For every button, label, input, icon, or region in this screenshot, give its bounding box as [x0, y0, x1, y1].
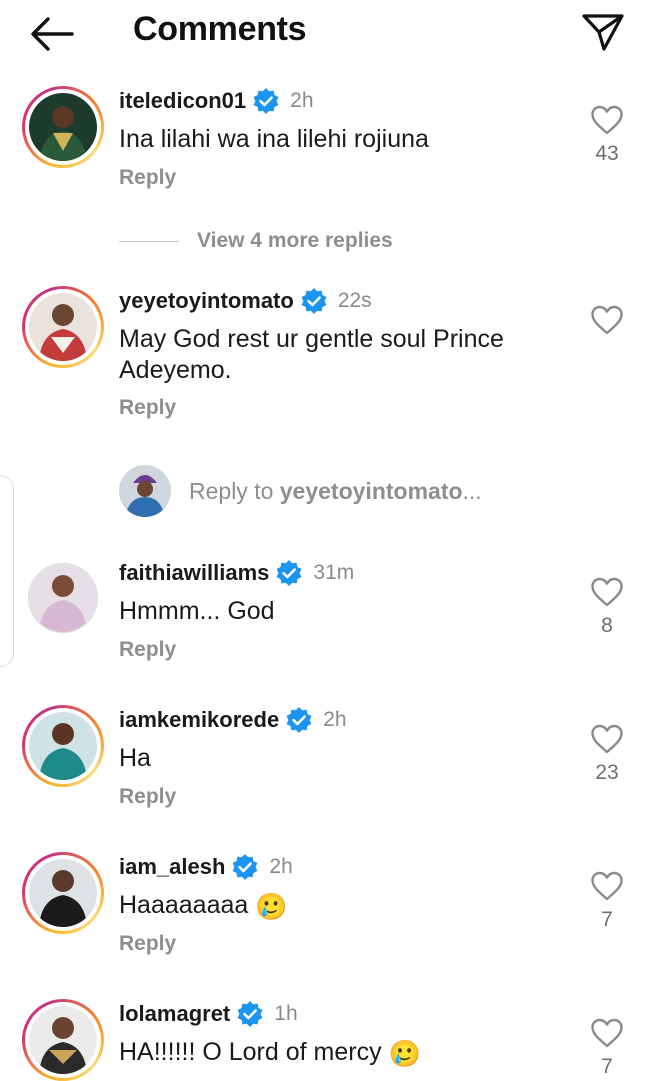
avatar[interactable]: [22, 286, 104, 368]
reply-button[interactable]: Reply: [119, 396, 176, 420]
paper-plane-icon: [582, 14, 624, 51]
comment-time: 22s: [337, 289, 372, 312]
view-more-replies-label: View 4 more replies: [197, 229, 393, 252]
sad-face-emoji-icon: 🥲: [255, 891, 288, 922]
heart-icon[interactable]: [590, 576, 624, 608]
heart-icon[interactable]: [590, 870, 624, 902]
like-count: 23: [595, 761, 619, 784]
comment-text: Ina lilahi wa ina lilehi rojiuna: [119, 125, 429, 153]
heart-icon[interactable]: [590, 304, 624, 336]
comment-username[interactable]: iteledicon01: [119, 88, 246, 114]
comment-text: HA!!!!!! O Lord of mercy 🥲: [119, 1038, 421, 1069]
comment-time: 2h: [323, 708, 347, 731]
comment-text: May God rest ur gentle soul Prince Adeye…: [119, 325, 504, 384]
heart-icon[interactable]: [590, 1017, 624, 1049]
arrow-left-icon: [31, 17, 74, 51]
like-count: 7: [601, 908, 613, 931]
comment-username[interactable]: yeyetoyintomato: [119, 288, 294, 314]
view-more-replies-button[interactable]: View 4 more replies: [119, 228, 393, 254]
sad-face-emoji-icon: 🥲: [388, 1038, 421, 1069]
reply-input[interactable]: Reply to yeyetoyintomato...: [119, 465, 482, 517]
comment-text: Haaaaaaaa 🥲: [119, 891, 288, 922]
back-button[interactable]: [28, 14, 76, 54]
avatar[interactable]: [22, 852, 104, 934]
comment-time: 31m: [313, 561, 355, 584]
like-count: 43: [595, 142, 619, 165]
verified-badge-icon: [301, 288, 327, 314]
page-title: Comments: [133, 10, 307, 48]
avatar[interactable]: [29, 564, 97, 632]
comment-time: 2h: [290, 89, 314, 112]
reply-button[interactable]: Reply: [119, 932, 176, 956]
comment-username[interactable]: lolamagret: [119, 1001, 230, 1027]
verified-badge-icon: [253, 88, 279, 114]
side-edge-handle: [0, 475, 14, 667]
comment-text: Ha: [119, 744, 151, 772]
heart-icon[interactable]: [590, 104, 624, 136]
comment-time: 2h: [269, 855, 293, 878]
reply-placeholder: Reply to yeyetoyintomato...: [189, 477, 482, 504]
comment-username[interactable]: faithiawilliams: [119, 560, 269, 586]
comment-username[interactable]: iamkemikorede: [119, 707, 279, 733]
verified-badge-icon: [276, 560, 302, 586]
reply-button[interactable]: Reply: [119, 638, 176, 662]
current-user-avatar: [119, 465, 171, 517]
share-button[interactable]: [580, 12, 626, 52]
reply-button[interactable]: Reply: [119, 785, 176, 809]
heart-icon[interactable]: [590, 723, 624, 755]
verified-badge-icon: [237, 1001, 263, 1027]
divider: [119, 240, 179, 242]
like-count: 7: [601, 1055, 613, 1078]
verified-badge-icon: [233, 854, 258, 880]
comment-time: 1h: [274, 1002, 298, 1025]
reply-button[interactable]: Reply: [119, 166, 176, 190]
avatar[interactable]: [22, 999, 104, 1081]
avatar[interactable]: [22, 86, 104, 168]
like-count: 8: [601, 614, 613, 637]
avatar[interactable]: [22, 705, 104, 787]
comment-username[interactable]: iam_alesh: [119, 854, 225, 880]
verified-badge-icon: [286, 707, 312, 733]
comment-text: Hmmm... God: [119, 597, 275, 625]
